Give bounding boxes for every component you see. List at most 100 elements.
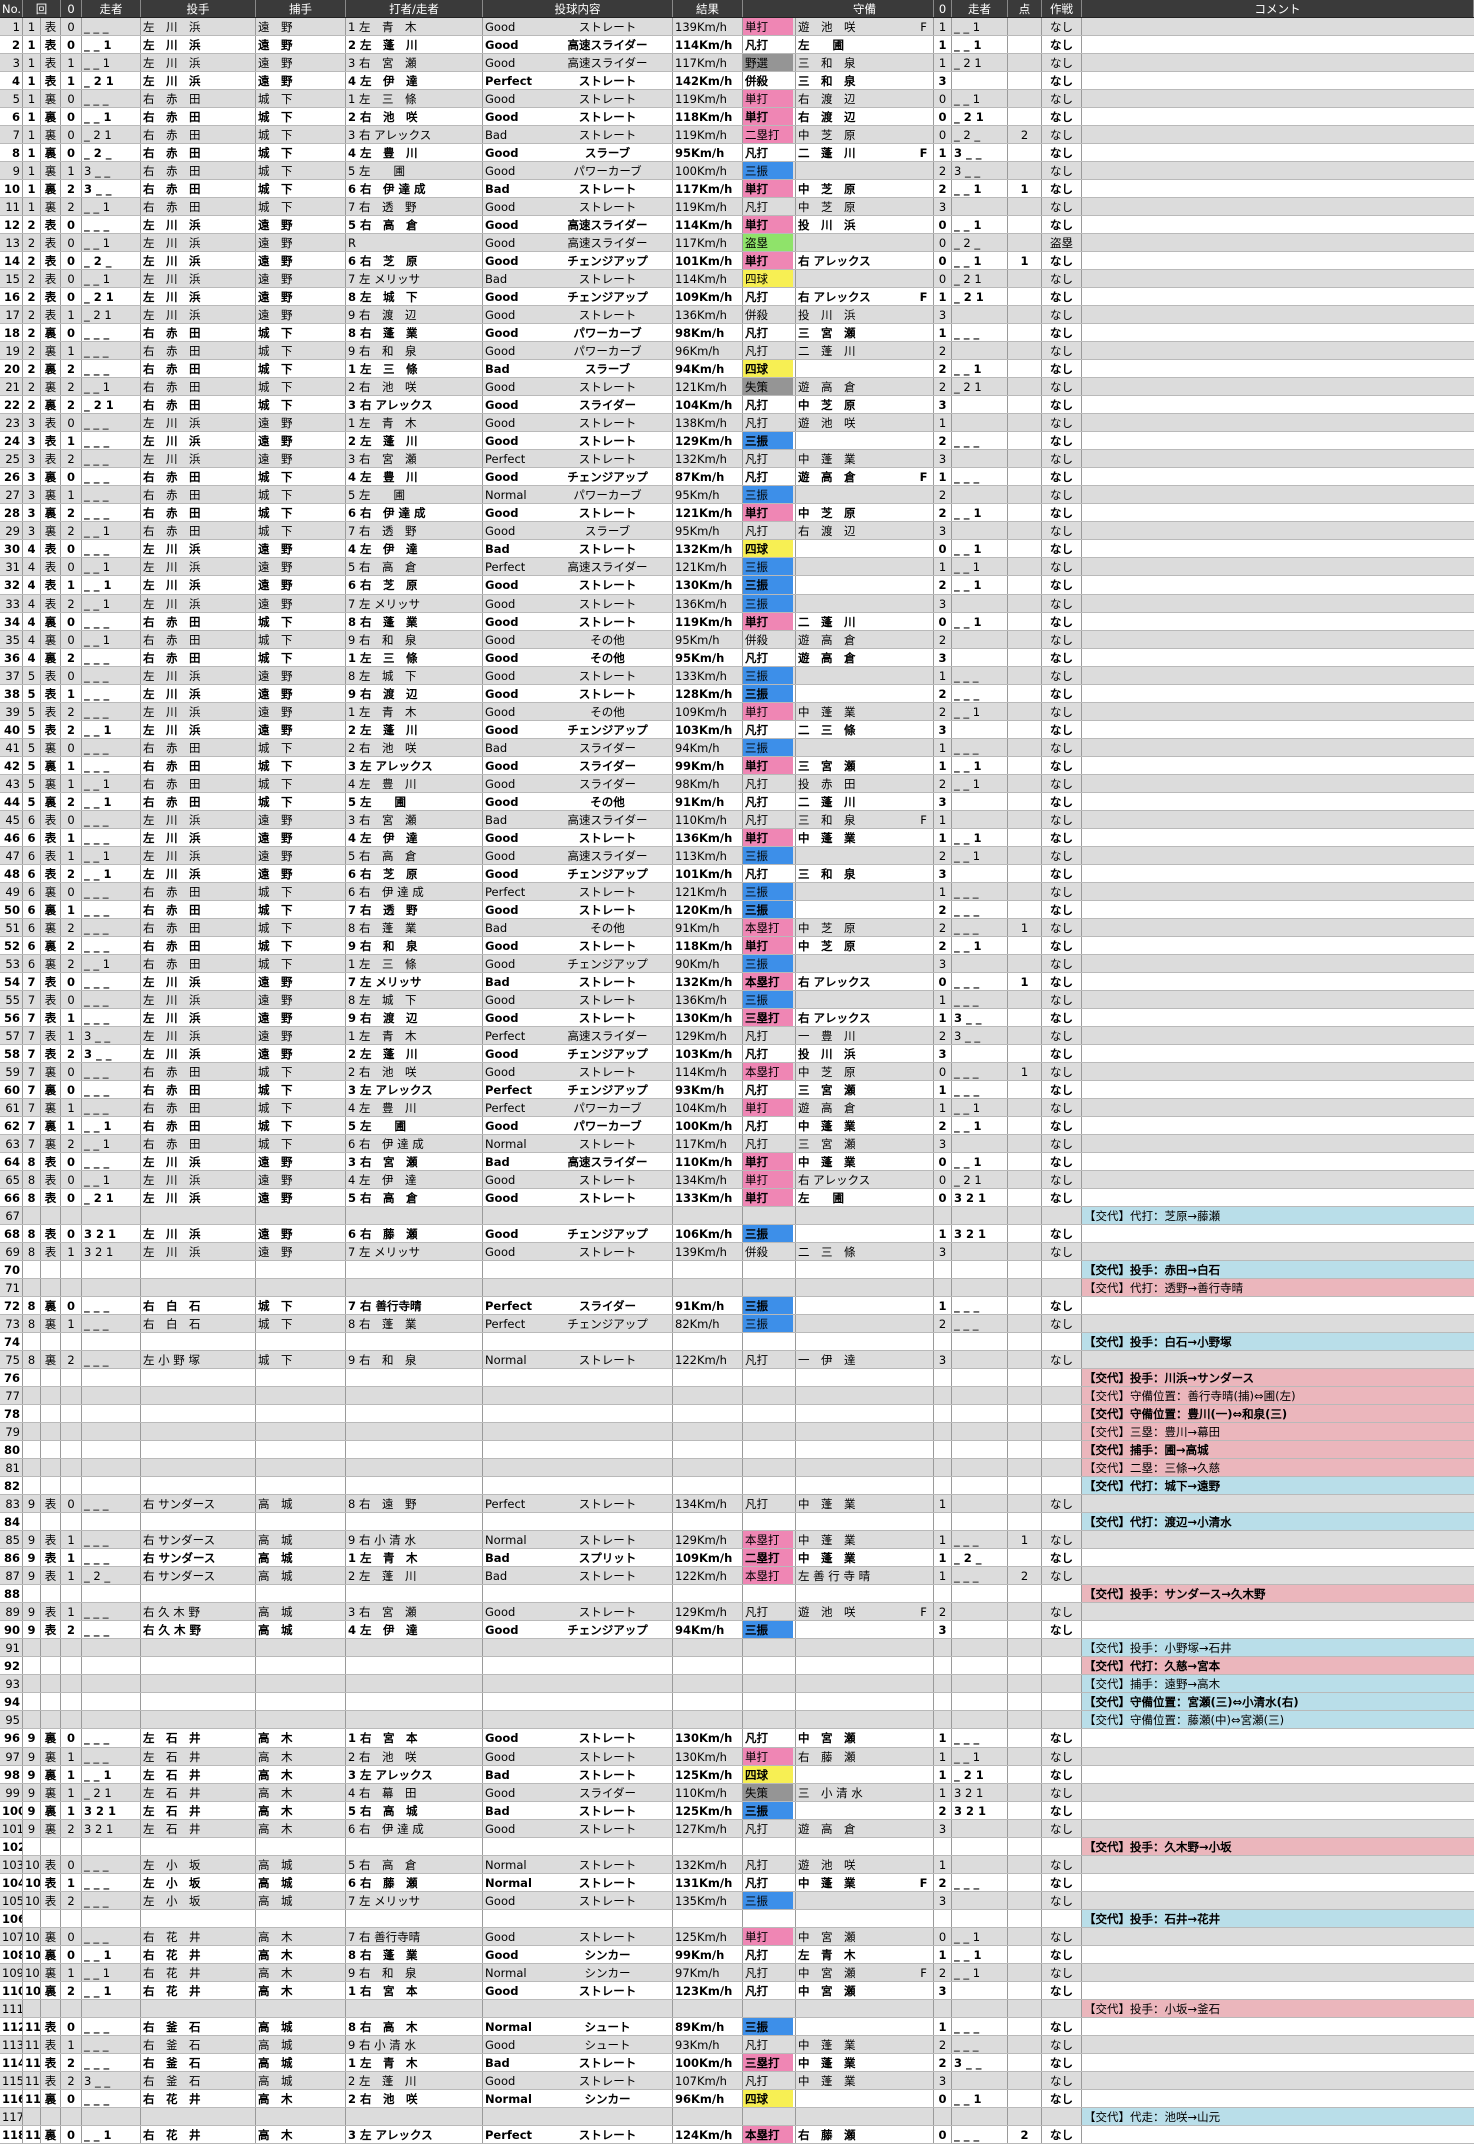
table-row[interactable]: 60 7 裏 0 _ _ _ 右 赤 田城 下3 左 アレックス Perfect チェンジアッ… [0,1080,1474,1099]
table-row[interactable]: 45 6 表 0 _ _ _ 左 川 浜遠 野3 右 宮 瀬 Bad 高速スライダー 110Km… [0,810,1474,829]
header-cell-outs[interactable]: 0 [61,0,82,17]
table-row[interactable]: 11811裏0_ _ 1右 花 井高 木3 左 アレックスPerfectストレー… [0,2125,1474,2144]
table-row[interactable]: 19 2 裏 1 _ _ _ 右 赤 田城 下9 右 和 泉 Good パワーカーブ 96Km/… [0,342,1474,361]
table-row[interactable]: 80 【交代】捕手：圃→高城 [0,1441,1474,1460]
table-row[interactable]: 40 5 表 2 _ _ 1左 川 浜遠 野2 左 蓬 川 Good チェンジアップ 103K… [0,720,1474,739]
table-row[interactable]: 98 9 裏 1 _ _ 1左 石 井高 木3 左 アレックス Bad ストレート 125Km… [0,1765,1474,1784]
table-row[interactable]: 85 9 表 1 _ _ _ 右 サンダース高 城9 右 小 清 水 Normal ストレート… [0,1531,1474,1550]
table-row[interactable]: 1009裏13 2 1左 石 井高 木5 右 高 城Badストレート125Km/… [0,1801,1474,1820]
table-row[interactable]: 102【交代】投手：久木野→小坂 [0,1837,1474,1856]
table-row[interactable]: 79 【交代】三塁：豊川→幕田 [0,1423,1474,1442]
table-row[interactable]: 11010裏2_ _ 1右 花 井高 木1 右 宮 本Goodストレート123K… [0,1981,1474,2000]
table-row[interactable]: 1 1 表 0 _ _ _ 左 川 浜遠 野1 左 青 木 Good ストレート 139Km/h… [0,18,1474,37]
table-row[interactable]: 10 1 裏 2 3 _ _ 右 赤 田城 下6 右 伊 達 成 Bad ストレート 117Km… [0,180,1474,199]
header-cell-comment[interactable]: コメント [1082,0,1474,17]
table-row[interactable]: 34 4 裏 0 _ _ _ 右 赤 田城 下8 右 蓬 業 Good ストレート 119Km/… [0,612,1474,631]
table-row[interactable]: 42 5 裏 1 _ _ _ 右 赤 田城 下3 左 アレックス Good スライダー 99Km… [0,756,1474,775]
table-row[interactable]: 10410表1_ _ _左 小 坂高 城6 右 藤 瀬Normalストレート13… [0,1873,1474,1892]
table-row[interactable]: 54 7 表 0 _ _ _ 左 川 浜遠 野7 左 メリッサ Bad ストレート 132Km/… [0,972,1474,991]
table-row[interactable]: 49 6 裏 0 _ _ _ 右 赤 田城 下6 右 伊 達 成 Perfect ストレート 1… [0,882,1474,901]
table-row[interactable]: 69 8 表 1 3 2 1左 川 浜遠 野7 左 メリッサ Good ストレート 139Km… [0,1243,1474,1262]
table-row[interactable]: 27 3 裏 1 _ _ _ 右 赤 田城 下5 左 圃 Normal パワーカーブ 95Km/… [0,486,1474,505]
table-row[interactable]: 101 9 裏 2 3 2 1左 石 井高 木6 右 伊 達 成 Good ストレート 127… [0,1819,1474,1838]
header-cell-pitcher[interactable]: 投手 [141,0,256,17]
table-row[interactable]: 105 10 表 2 _ _ _ 左 小 坂高 城7 左 メリッサ Good ストレート 135… [0,1891,1474,1910]
table-row[interactable]: 52 6 裏 2 _ _ _ 右 赤 田城 下9 右 和 泉 Good ストレート 118Km/… [0,936,1474,955]
table-row[interactable]: 53 6 裏 2 _ _ 1右 赤 田城 下1 左 三 條 Good チェンジアップ 90Km… [0,954,1474,973]
table-row[interactable]: 39 5 表 2 _ _ _ 左 川 浜遠 野1 左 青 木 Good その他 109Km/h 単… [0,702,1474,721]
table-row[interactable]: 11 1 裏 2 _ _ 1右 赤 田城 下7 右 透 野 Good ストレート 119Km/… [0,198,1474,217]
table-row[interactable]: 64 8 表 0 _ _ _ 左 川 浜遠 野3 右 宮 瀬 Bad 高速スライダー 110Km… [0,1152,1474,1171]
table-row[interactable]: 17 2 表 1 _ 2 1左 川 浜遠 野9 右 渡 辺 Good ストレート 136Km/… [0,306,1474,325]
table-row[interactable]: 74 【交代】投手：白石→小野塚 [0,1333,1474,1352]
table-row[interactable]: 117 【交代】代走：池咲→山元 [0,2107,1474,2126]
table-row[interactable]: 67 【交代】代打：芝原→藤瀬 [0,1207,1474,1226]
table-row[interactable]: 31 4 表 0 _ _ 1左 川 浜遠 野5 右 高 倉 Perfect 高速スライダー 1… [0,558,1474,577]
table-row[interactable]: 97 9 裏 1 _ _ _ 左 石 井高 木2 右 池 咲 Good ストレート 130Km/… [0,1747,1474,1766]
table-row[interactable]: 7 1 裏 0 _ 2 1右 赤 田城 下3 右 アレックス Bad ストレート 119Km/… [0,126,1474,145]
table-row[interactable]: 91 【交代】投手：小野塚→石井 [0,1639,1474,1658]
table-row[interactable]: 86 9 表 1 _ _ _ 右 サンダース高 城1 左 青 木 Bad スプリット 109Km… [0,1549,1474,1568]
table-row[interactable]: 81 【交代】二塁：三條→久慈 [0,1459,1474,1478]
table-row[interactable]: 77 【交代】守備位置：善行寺晴(捕)⇔圃(左) [0,1387,1474,1406]
header-cell-catcher[interactable]: 捕手 [256,0,346,17]
table-row[interactable]: 8 1 裏 0 _ 2 _ 右 赤 田城 下4 左 豊 川 Good スラーブ 95Km/h 凡打… [0,144,1474,163]
table-row[interactable]: 11611裏0_ _ _右 花 井高 木2 右 池 咲Normalシンカー96K… [0,2089,1474,2108]
table-row[interactable]: 83 9 表 0 _ _ _ 右 サンダース高 城8 右 遠 野 Perfect ストレート 1… [0,1495,1474,1514]
table-row[interactable]: 33 4 表 2 _ _ 1左 川 浜遠 野7 左 メリッサ Good ストレート 136Km… [0,594,1474,613]
table-row[interactable]: 92 【交代】代打：久慈→宮本 [0,1657,1474,1676]
table-row[interactable]: 94 【交代】守備位置：宮瀬(三)⇔小清水(右) [0,1693,1474,1712]
table-row[interactable]: 29 3 裏 2 _ _ 1右 赤 田城 下7 右 透 野 Good スラーブ 95Km/h 凡… [0,522,1474,541]
table-row[interactable]: 37 5 表 0 _ _ _ 左 川 浜遠 野8 左 城 下 Good ストレート 133Km/… [0,666,1474,685]
header-cell-tactic[interactable]: 作戦 [1042,0,1082,17]
table-row[interactable]: 107 10 裏 0 _ _ _ 右 花 井高 木7 右 善行寺晴 Good ストレート 125… [0,1927,1474,1946]
table-row[interactable]: 103 10 表 0 _ _ _ 左 小 坂高 城5 右 高 倉 Normal ストレート 13… [0,1855,1474,1874]
table-row[interactable]: 4 1 表 1 _ 2 1左 川 浜遠 野4 左 伊 達 Perfect ストレート 142K… [0,72,1474,91]
table-row[interactable]: 44 5 裏 2 _ _ 1右 赤 田城 下5 左 圃 Good その他 91Km/h 凡打二 … [0,792,1474,811]
table-row[interactable]: 68 8 表 0 3 2 1左 川 浜遠 野6 右 藤 瀬 Good チェンジアップ 106K… [0,1225,1474,1244]
table-row[interactable]: 99 9 裏 1 _ 2 1左 石 井高 木4 右 幕 田 Good スライダー 110Km/… [0,1783,1474,1802]
header-cell-runs[interactable]: 点 [1008,0,1042,17]
table-row[interactable]: 58 7 表 2 3 _ _ 左 川 浜遠 野2 左 蓬 川 Good チェンジアップ 103K… [0,1044,1474,1063]
table-row[interactable]: 36 4 裏 2 _ _ _ 右 赤 田城 下1 左 三 條 Good その他 95Km/h 凡打… [0,648,1474,667]
table-row[interactable]: 11411表2_ _ _右 釜 石高 城1 左 青 木Badストレート100Km… [0,2053,1474,2072]
table-row[interactable]: 106【交代】投手：石井→花井 [0,1909,1474,1928]
table-row[interactable]: 3 1 表 1 _ _ 1左 川 浜遠 野3 右 宮 瀬 Good 高速スライダー 117Km… [0,54,1474,73]
table-row[interactable]: 57 7 表 1 3 _ _ 左 川 浜遠 野1 左 青 木 Perfect 高速スライダー 1… [0,1026,1474,1045]
header-cell-runners[interactable]: 走者 [82,0,141,17]
table-row[interactable]: 87 9 表 1 _ 2 _ 右 サンダース高 城2 左 蓬 川 Bad ストレート 122Km… [0,1567,1474,1586]
table-row[interactable]: 66 8 表 0 _ 2 1左 川 浜遠 野5 右 高 倉 Good ストレート 133Km/… [0,1189,1474,1208]
table-row[interactable]: 10810裏0_ _ 1右 花 井高 木8 右 蓬 業Goodシンカー99Km/… [0,1945,1474,1964]
table-row[interactable]: 71 【交代】代打：透野→善行寺晴 [0,1279,1474,1298]
table-row[interactable]: 22 2 裏 2 _ 2 1右 赤 田城 下3 右 アレックス Good スライダー 104K… [0,396,1474,415]
table-row[interactable]: 28 3 裏 2 _ _ _ 右 赤 田城 下6 右 伊 達 成 Good ストレート 121K… [0,504,1474,523]
table-row[interactable]: 32 4 表 1 _ _ 1左 川 浜遠 野6 右 芝 原 Good ストレート 130Km/… [0,576,1474,595]
table-row[interactable]: 48 6 表 2 _ _ 1左 川 浜遠 野6 右 芝 原 Good チェンジアップ 101K… [0,864,1474,883]
table-row[interactable]: 11211表0_ _ _右 釜 石高 城8 右 高 木Normalシュート89K… [0,2017,1474,2036]
table-row[interactable]: 90 9 表 2 _ _ _ 右 久 木 野高 城4 左 伊 達 Good チェンジアップ 94… [0,1621,1474,1640]
table-row[interactable]: 95 【交代】守備位置：藤瀬(中)⇔宮瀬(三) [0,1711,1474,1730]
table-row[interactable]: 30 4 表 0 _ _ _ 左 川 浜遠 野4 左 伊 達 Bad ストレート 132Km/h… [0,540,1474,559]
table-row[interactable]: 35 4 裏 0 _ _ 1右 赤 田城 下9 右 和 泉 Good その他 95Km/h 併殺… [0,630,1474,649]
table-row[interactable]: 2 1 表 0 _ _ 1左 川 浜遠 野2 左 蓬 川 Good 高速スライダー 114Km… [0,36,1474,55]
table-row[interactable]: 109 10 裏 1 _ _ 1右 花 井高 木9 右 和 泉 Normal シンカー 97K… [0,1963,1474,1982]
table-row[interactable]: 16 2 表 0 _ 2 1左 川 浜遠 野8 左 城 下 Good チェンジアップ 109K… [0,288,1474,307]
table-row[interactable]: 115 11 表 2 3 _ _ 右 釜 石高 城2 左 蓬 川 Good ストレート 107K… [0,2071,1474,2090]
table-row[interactable]: 13 2 表 0 _ _ 1左 川 浜遠 野 R Good 高速スライダー 117Km/h 盗塁 0… [0,234,1474,253]
table-row[interactable]: 82 【交代】代打：城下→遠野 [0,1477,1474,1496]
table-row[interactable]: 113 11 表 1 _ _ _ 右 釜 石高 城9 右 小 清 水 Good シュート 93K… [0,2035,1474,2054]
table-row[interactable]: 25 3 表 2 _ _ _ 左 川 浜遠 野3 右 宮 瀬 Perfect ストレート 132… [0,450,1474,469]
table-row[interactable]: 73 8 裏 1 _ _ _ 右 白 石城 下8 右 蓬 業 Perfect チェンジアップ 8… [0,1315,1474,1334]
table-row[interactable]: 46 6 表 1 _ _ _ 左 川 浜遠 野4 左 伊 達 Good ストレート 136Km/… [0,828,1474,847]
table-row[interactable]: 26 3 裏 0 _ _ _ 右 赤 田城 下4 左 豊 川 Good チェンジアップ 87Km… [0,468,1474,487]
table-row[interactable]: 41 5 裏 0 _ _ _ 右 赤 田城 下2 右 池 咲 Bad スライダー 94Km/h 三… [0,738,1474,757]
header-cell-inning[interactable]: 回 [23,0,61,17]
table-row[interactable]: 63 7 裏 2 _ _ 1右 赤 田城 下6 右 伊 達 成 Normal ストレート 11… [0,1134,1474,1153]
table-row[interactable]: 93 【交代】捕手：遠野→高木 [0,1675,1474,1694]
table-row[interactable]: 56 7 表 1 _ _ _ 左 川 浜遠 野9 右 渡 辺 Good ストレート 130Km/… [0,1008,1474,1027]
table-row[interactable]: 47 6 表 1 _ _ 1左 川 浜遠 野5 右 高 倉 Good 高速スライダー 113K… [0,846,1474,865]
table-row[interactable]: 89 9 表 1 _ _ _ 右 久 木 野高 城3 右 宮 瀬 Good ストレート 129K… [0,1603,1474,1622]
table-row[interactable]: 6 1 裏 0 _ _ 1右 赤 田城 下2 右 池 咲 Good ストレート 118Km/h… [0,108,1474,127]
table-row[interactable]: 62 7 裏 1 _ _ 1右 赤 田城 下5 左 圃 Good パワーカーブ 100Km/h… [0,1116,1474,1135]
table-row[interactable]: 24 3 表 1 _ _ _ 左 川 浜遠 野2 左 蓬 川 Good ストレート 129Km/… [0,432,1474,451]
